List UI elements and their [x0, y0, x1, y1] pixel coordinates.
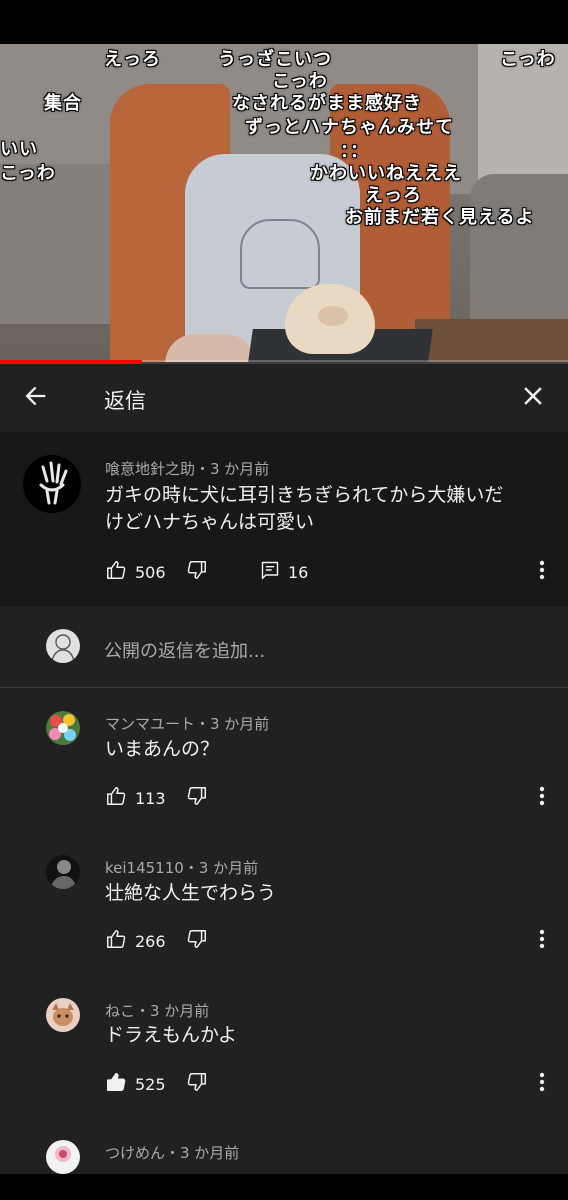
- thumb-up-icon: [105, 559, 127, 585]
- dislike-button[interactable]: [186, 560, 208, 584]
- divider: [0, 687, 568, 688]
- more-options-button[interactable]: [530, 560, 554, 584]
- like-button[interactable]: 506: [105, 560, 166, 584]
- close-icon: [518, 381, 548, 415]
- arrow-left-icon: [22, 382, 50, 414]
- danmaku-comment: かわいいねえええ: [310, 163, 462, 184]
- like-count: 113: [135, 788, 166, 808]
- thumb-down-icon: [186, 785, 208, 811]
- reply-count: 16: [288, 562, 309, 582]
- comment-text-line: ガキの時に犬に耳引きちぎられてから大嫌いだ: [105, 484, 504, 506]
- like-button[interactable]: 266: [105, 929, 166, 953]
- avatar[interactable]: [46, 1140, 80, 1174]
- more-vert-icon: [539, 786, 545, 810]
- comment-author[interactable]: kei145110・3 か月前: [105, 857, 258, 878]
- more-options-button[interactable]: [530, 786, 554, 810]
- like-count: 506: [135, 562, 166, 582]
- avatar[interactable]: [46, 711, 80, 745]
- like-count: 525: [135, 1074, 166, 1094]
- close-button[interactable]: [511, 376, 555, 420]
- avatar[interactable]: [23, 455, 81, 513]
- dislike-button[interactable]: [186, 786, 208, 810]
- like-count: 266: [135, 931, 166, 951]
- thumb-down-icon: [186, 1071, 208, 1097]
- more-vert-icon: [539, 560, 545, 584]
- comment-author[interactable]: 喰意地針之助・3 か月前: [105, 458, 269, 479]
- danmaku-comment: いい: [0, 139, 38, 160]
- thumb-down-icon: [186, 559, 208, 585]
- more-options-button[interactable]: [530, 1072, 554, 1096]
- more-vert-icon: [539, 929, 545, 953]
- add-reply-row[interactable]: 公開の返信を追加...: [0, 606, 568, 688]
- comment-author[interactable]: マンマユート・3 か月前: [105, 713, 269, 734]
- dislike-button[interactable]: [186, 1072, 208, 1096]
- comment-icon: [260, 560, 280, 584]
- avatar: [46, 629, 80, 663]
- reply-input[interactable]: 公開の返信を追加...: [104, 637, 265, 663]
- replies-header: 返信: [0, 364, 568, 432]
- back-button[interactable]: [14, 376, 58, 420]
- comment-author[interactable]: つけめん・3 か月前: [105, 1142, 239, 1163]
- comment-author[interactable]: ねこ・3 か月前: [105, 1000, 209, 1021]
- page-title: 返信: [104, 389, 146, 413]
- thumb-up-icon: [105, 785, 127, 811]
- danmaku-comment: ずっとハナちゃんみせて: [245, 117, 454, 138]
- danmaku-comment: えっろ: [104, 49, 161, 70]
- parent-comment: 喰意地針之助・3 か月前 ガキの時に犬に耳引きちぎられてから大嫌いだ けどハナち…: [0, 432, 568, 606]
- comment-text: ガキの時に犬に耳引きちぎられてから大嫌いだ けどハナちゃんは可愛い: [105, 482, 555, 536]
- danmaku-comment: こっわ: [0, 163, 56, 184]
- replies-list: [0, 606, 568, 1200]
- danmaku-comment: 集合: [44, 93, 82, 114]
- reply-count-button[interactable]: 16: [260, 560, 308, 584]
- video-player[interactable]: えっろ うっざこいつ こっわ こっわ 集合 なされるがまま感好き ずっとハナちゃ…: [0, 44, 568, 362]
- like-button[interactable]: 525: [105, 1072, 166, 1096]
- thumb-up-icon: [105, 928, 127, 954]
- comment-text: 壮絶な人生でわらう: [105, 882, 277, 904]
- danmaku-comment: お前まだ若く見えるよ: [345, 207, 535, 228]
- bottom-edge: [0, 1174, 568, 1200]
- comment-text-line: けどハナちゃんは可愛い: [105, 511, 315, 533]
- more-options-button[interactable]: [530, 929, 554, 953]
- danmaku-comment: ：：: [340, 141, 369, 162]
- danmaku-comment: こっわ: [500, 49, 556, 70]
- comment-text: ドラえもんかよ: [105, 1024, 238, 1046]
- avatar[interactable]: [46, 855, 80, 889]
- more-vert-icon: [539, 1072, 545, 1096]
- danmaku-comment: なされるがまま感好き: [232, 93, 422, 114]
- danmaku-comment: うっざこいつ: [218, 49, 332, 70]
- danmaku-comment: こっわ: [272, 71, 328, 92]
- comment-text: いまあんの？: [105, 738, 220, 760]
- dislike-button[interactable]: [186, 929, 208, 953]
- avatar[interactable]: [46, 998, 80, 1032]
- danmaku-comment: えっろ: [365, 185, 422, 206]
- like-button[interactable]: 113: [105, 786, 166, 810]
- thumb-down-icon: [186, 928, 208, 954]
- thumb-up-icon: [105, 1071, 127, 1097]
